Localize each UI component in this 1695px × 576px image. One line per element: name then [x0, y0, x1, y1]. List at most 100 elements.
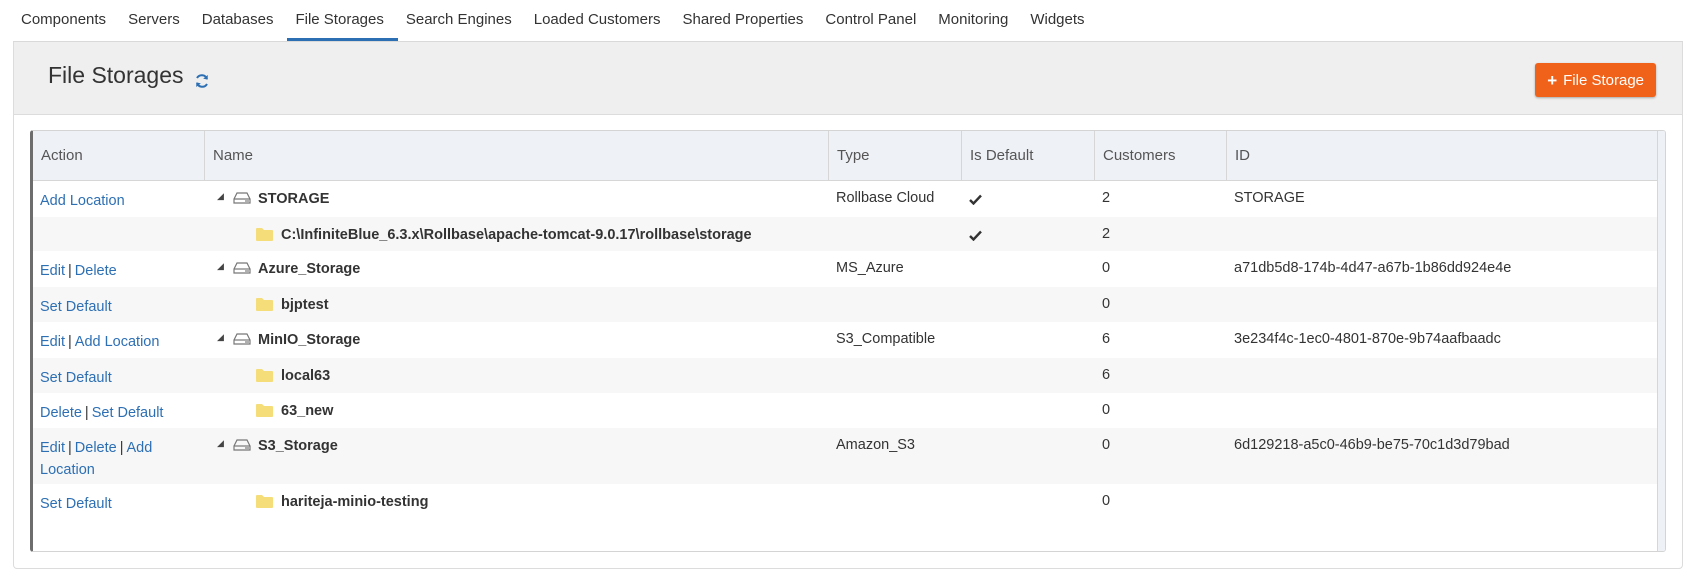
customers-cell: 0 [1102, 493, 1111, 509]
action-cell: Edit | Delete [33, 251, 205, 287]
customers-cell: 6 [1102, 367, 1111, 383]
id-cell: 3e234f4c-1ec0-4801-870e-9b74aafbaadc [1234, 331, 1501, 347]
set-default-link[interactable]: Set Default [40, 496, 112, 512]
delete-link[interactable]: Delete [75, 263, 117, 279]
tab-shared-properties[interactable]: Shared Properties [675, 0, 818, 41]
customers-cell: 2 [1102, 190, 1111, 206]
edit-link[interactable]: Edit [40, 263, 65, 279]
plus-icon: + [1547, 70, 1558, 90]
column-header-name[interactable]: Name [205, 131, 829, 180]
id-cell [1227, 287, 1533, 322]
location-name: hariteja-minio-testing [281, 494, 429, 510]
tab-search-engines[interactable]: Search Engines [398, 0, 526, 41]
action-separator: | [68, 263, 72, 279]
name-cell: bjptest [205, 287, 829, 322]
action-cell: Set Default [33, 287, 205, 322]
page-title: File Storages [48, 62, 210, 89]
edit-link[interactable]: Edit [40, 334, 65, 350]
column-header-is-default[interactable]: Is Default [962, 131, 1095, 180]
column-header-action[interactable]: Action [33, 131, 205, 180]
is-default-cell [962, 181, 1095, 217]
collapse-triangle-icon[interactable]: ◢ [217, 261, 227, 272]
is-default-cell [962, 287, 1095, 322]
add-file-storage-label: File Storage [1563, 71, 1644, 89]
check-icon [969, 229, 982, 242]
action-cell: Delete | Set Default [33, 393, 205, 428]
storage-name: S3_Storage [258, 438, 338, 454]
type-cell: Amazon_S3 [836, 437, 915, 453]
type-cell [829, 358, 962, 393]
table-row: Add Location ◢ STORAGE Rollbase Cloud 2 STORA… [33, 181, 1665, 217]
vertical-scrollbar[interactable] [1657, 131, 1665, 551]
id-cell [1227, 217, 1533, 251]
storage-name: STORAGE [258, 191, 330, 207]
location-name: bjptest [281, 297, 329, 313]
action-separator: | [68, 334, 72, 350]
action-cell: Add Location [33, 181, 205, 217]
delete-link[interactable]: Delete [75, 440, 117, 456]
folder-icon [256, 368, 273, 382]
table-row: C:\InfiniteBlue_6.3.x\Rollbase\apache-to… [33, 217, 1665, 251]
collapse-triangle-icon[interactable]: ◢ [217, 191, 227, 202]
name-cell: hariteja-minio-testing [205, 484, 829, 519]
action-cell: Edit | Add Location [33, 322, 205, 358]
table-body: Add Location ◢ STORAGE Rollbase Cloud 2 STORA… [33, 181, 1665, 519]
tab-widgets[interactable]: Widgets [1022, 0, 1098, 41]
type-cell [829, 217, 962, 251]
collapse-triangle-icon[interactable]: ◢ [217, 332, 227, 343]
table-row: Edit | Add Location ◢ MinIO_Storage S3_Compat… [33, 322, 1665, 358]
tab-databases[interactable]: Databases [194, 0, 288, 41]
drive-icon [233, 438, 251, 452]
column-header-customers[interactable]: Customers [1095, 131, 1227, 180]
tab-components[interactable]: Components [13, 0, 120, 41]
tab-loaded-customers[interactable]: Loaded Customers [526, 0, 675, 41]
action-cell [33, 217, 205, 251]
type-cell: Rollbase Cloud [836, 190, 935, 206]
drive-icon [233, 261, 251, 275]
customers-cell: 0 [1102, 296, 1111, 312]
folder-icon [256, 403, 273, 417]
customers-cell: 2 [1102, 226, 1111, 242]
delete-link[interactable]: Delete [40, 405, 82, 421]
folder-icon [256, 494, 273, 508]
add-file-storage-button[interactable]: + File Storage [1535, 63, 1656, 97]
storage-name: MinIO_Storage [258, 332, 361, 348]
column-header-id[interactable]: ID [1227, 131, 1533, 180]
name-cell: ◢ Azure_Storage [205, 251, 829, 287]
name-cell: ◢ MinIO_Storage [205, 322, 829, 358]
customers-cell: 6 [1102, 331, 1111, 347]
table-row: Edit | Delete ◢ Azure_Storage MS_Azure 0 a71db5… [33, 251, 1665, 287]
add-location-link[interactable]: Add Location [40, 193, 125, 209]
set-default-link[interactable]: Set Default [40, 370, 112, 386]
add-location-link[interactable]: Add Location [75, 334, 160, 350]
table-row: Set Default local63 6 [33, 358, 1665, 393]
type-cell: MS_Azure [836, 260, 904, 276]
table-row: Set Default bjptest 0 [33, 287, 1665, 322]
id-cell [1227, 358, 1533, 393]
file-storages-panel: File Storages + File Storage Action Name… [13, 42, 1683, 569]
set-default-link[interactable]: Set Default [92, 405, 164, 421]
drive-icon [233, 332, 251, 346]
table-row: Set Default hariteja-minio-testing 0 [33, 484, 1665, 519]
is-default-cell [962, 251, 1095, 287]
edit-link[interactable]: Edit [40, 440, 65, 456]
tab-servers[interactable]: Servers [120, 0, 194, 41]
location-name: local63 [281, 368, 331, 384]
folder-icon [256, 297, 273, 311]
table-header: Action Name Type Is Default Customers ID [33, 131, 1665, 181]
tab-monitoring[interactable]: Monitoring [930, 0, 1022, 41]
page-title-text: File Storages [48, 62, 184, 88]
tab-file-storages[interactable]: File Storages [287, 0, 398, 41]
collapse-triangle-icon[interactable]: ◢ [217, 438, 227, 449]
column-header-type[interactable]: Type [829, 131, 962, 180]
refresh-icon[interactable] [194, 68, 210, 88]
customers-cell: 0 [1102, 402, 1111, 418]
action-separator: | [84, 405, 89, 421]
is-default-cell [962, 322, 1095, 358]
folder-icon [256, 227, 273, 241]
is-default-cell [962, 393, 1095, 428]
name-cell: ◢ S3_Storage [205, 428, 829, 484]
type-cell [829, 287, 962, 322]
set-default-link[interactable]: Set Default [40, 299, 112, 315]
tab-control-panel[interactable]: Control Panel [817, 0, 930, 41]
